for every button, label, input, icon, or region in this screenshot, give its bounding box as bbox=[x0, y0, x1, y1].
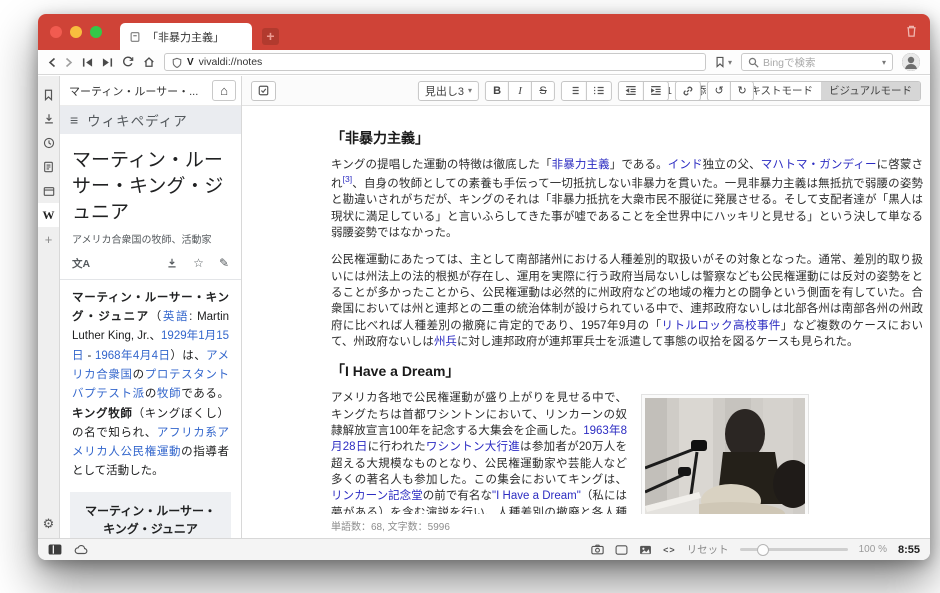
panel-sidebar: W + ⚙ bbox=[38, 76, 60, 538]
panel-home-button[interactable]: ⌂ bbox=[212, 80, 236, 101]
wikipedia-app-bar: ≡ ウィキペディア bbox=[60, 106, 241, 134]
visual-mode-button[interactable]: ビジュアルモード bbox=[821, 82, 920, 100]
forward-button[interactable] bbox=[65, 57, 73, 68]
minimize-window-button[interactable] bbox=[70, 26, 82, 38]
undo-button[interactable]: ↺ bbox=[707, 81, 731, 101]
zoom-window-button[interactable] bbox=[90, 26, 102, 38]
editor-mode-toggle: テキストモード ビジュアルモード bbox=[731, 81, 921, 101]
ordered-list-button[interactable] bbox=[561, 81, 587, 101]
url-text: vivaldi://notes bbox=[199, 56, 263, 68]
tab-title: 「非暴力主義」 bbox=[147, 29, 224, 45]
language-icon[interactable]: 文A bbox=[72, 256, 90, 271]
navigation-bar: V vivaldi://notes ▾ Bingで検索 ▾ bbox=[38, 50, 930, 75]
insert-checkbox-button[interactable] bbox=[251, 81, 276, 101]
note-heading-1: 「非暴力主義」 bbox=[331, 128, 923, 148]
watch-star-icon[interactable]: ☆ bbox=[193, 256, 204, 270]
infobox-title: マーティン・ルーサー・キング・ジュニア bbox=[70, 492, 231, 538]
panel-title: マーティン・ルーサー・... bbox=[69, 83, 208, 99]
strikethrough-button[interactable]: S bbox=[531, 81, 555, 101]
status-clock: 8:55 bbox=[898, 544, 920, 556]
tiling-icon[interactable] bbox=[615, 545, 628, 555]
zoom-slider[interactable] bbox=[740, 548, 848, 551]
note-body[interactable]: 「非暴力主義」 キングの提唱した運動の特徴は徹底した「非暴力主義」である。インド… bbox=[331, 106, 923, 514]
rewind-button[interactable] bbox=[82, 57, 93, 68]
heading-style-label: 見出し3 bbox=[425, 83, 464, 99]
wikipedia-page: ≡ ウィキペディア マーティン・ルーサー・キング・ジュニア アメリカ合衆国の牧師… bbox=[60, 106, 241, 538]
article-title: マーティン・ルーサー・キング・ジュニア bbox=[72, 148, 229, 227]
back-button[interactable] bbox=[48, 57, 56, 68]
capture-page-icon[interactable] bbox=[591, 544, 604, 555]
note-paragraph-1: キングの提唱した運動の特徴は徹底した「非暴力主義」である。インド独立の父、マハト… bbox=[331, 157, 923, 241]
search-field[interactable]: Bingで検索 ▾ bbox=[741, 53, 893, 71]
shield-icon bbox=[172, 57, 182, 68]
traffic-lights bbox=[50, 26, 102, 38]
web-panel-wikipedia-button[interactable]: W bbox=[38, 203, 59, 227]
new-tab-button[interactable]: + bbox=[262, 28, 279, 45]
main-area: W + ⚙ マーティン・ルーサー・... ⌂ ≡ ウィキペディア マーティン・ル… bbox=[38, 76, 930, 538]
zoom-slider-handle[interactable] bbox=[757, 544, 769, 556]
checkbox-icon bbox=[258, 85, 269, 96]
page-actions-image-icon[interactable] bbox=[639, 545, 652, 555]
sync-cloud-icon[interactable] bbox=[74, 545, 88, 555]
save-article-icon[interactable] bbox=[166, 257, 178, 269]
fast-forward-button[interactable] bbox=[102, 57, 113, 68]
dropdown-caret-icon: ▾ bbox=[468, 86, 472, 95]
editor-toolbar: 見出し3 ▾ B I S bbox=[242, 76, 930, 106]
notes-panel-button[interactable] bbox=[38, 155, 59, 179]
article-actions: 文A ☆ ✎ bbox=[72, 256, 229, 271]
page-actions-code-icon[interactable]: <> bbox=[663, 545, 676, 555]
web-panel: マーティン・ルーサー・... ⌂ ≡ ウィキペディア マーティン・ルーサー・キン… bbox=[60, 76, 242, 538]
title-bar: 「非暴力主義」 + bbox=[38, 14, 930, 50]
add-web-panel-button[interactable]: + bbox=[38, 227, 59, 251]
edit-pencil-icon[interactable]: ✎ bbox=[219, 256, 229, 270]
zoom-percentage: 100 % bbox=[859, 544, 887, 555]
italic-button[interactable]: I bbox=[508, 81, 532, 101]
window-panel-button[interactable] bbox=[38, 179, 59, 203]
browser-window: 「非暴力主義」 + V vivaldi://notes bbox=[38, 14, 930, 560]
menu-hamburger-icon[interactable]: ≡ bbox=[70, 112, 78, 128]
bookmark-icon bbox=[715, 56, 725, 68]
downloads-panel-button[interactable] bbox=[38, 107, 59, 131]
toggle-panel-icon[interactable] bbox=[48, 544, 62, 555]
search-icon bbox=[748, 57, 759, 68]
reload-button[interactable] bbox=[122, 56, 134, 68]
closed-tabs-trash-icon[interactable] bbox=[905, 24, 918, 38]
note-paragraph-2: 公民権運動にあたっては、主として南部諸州における人種差別的取扱いがその対象となっ… bbox=[331, 252, 923, 350]
home-button[interactable] bbox=[143, 56, 155, 68]
note-editor: 見出し3 ▾ B I S bbox=[242, 76, 930, 538]
bookmark-button[interactable]: ▾ bbox=[715, 56, 732, 68]
profile-avatar[interactable] bbox=[902, 53, 920, 71]
panel-header: マーティン・ルーサー・... ⌂ bbox=[60, 76, 241, 106]
wikipedia-wordmark[interactable]: ウィキペディア bbox=[87, 110, 188, 130]
unordered-list-button[interactable] bbox=[586, 81, 612, 101]
search-engine-caret-icon[interactable]: ▾ bbox=[882, 58, 886, 67]
insert-link-button[interactable] bbox=[675, 81, 701, 101]
article-subtitle: アメリカ合衆国の牧師、活動家 bbox=[72, 231, 229, 246]
status-bar: <> リセット 100 % 8:55 bbox=[38, 538, 930, 560]
settings-gear-icon[interactable]: ⚙ bbox=[43, 516, 55, 532]
bold-button[interactable]: B bbox=[485, 81, 509, 101]
bookmark-caret-icon[interactable]: ▾ bbox=[728, 58, 732, 67]
heading-style-dropdown[interactable]: 見出し3 ▾ bbox=[418, 81, 479, 101]
active-tab[interactable]: 「非暴力主義」 bbox=[120, 23, 252, 50]
zoom-reset-button[interactable]: リセット bbox=[687, 542, 729, 557]
search-placeholder: Bingで検索 bbox=[763, 55, 878, 70]
article-intro-paragraph: マーティン・ルーサー・キング・ジュニア（英語: Martin Luther Ki… bbox=[72, 289, 229, 482]
outdent-button[interactable] bbox=[618, 81, 644, 101]
redo-button[interactable]: ↻ bbox=[730, 81, 754, 101]
address-field[interactable]: V vivaldi://notes bbox=[164, 53, 706, 71]
note-favicon-icon bbox=[129, 31, 141, 43]
bookmarks-panel-button[interactable] bbox=[38, 83, 59, 107]
note-content-area[interactable]: 「非暴力主義」 キングの提唱した運動の特徴は徹底した「非暴力主義」である。インド… bbox=[242, 106, 930, 538]
close-window-button[interactable] bbox=[50, 26, 62, 38]
divider bbox=[60, 279, 241, 280]
infobox: マーティン・ルーサー・キング・ジュニア bbox=[70, 492, 231, 538]
history-panel-button[interactable] bbox=[38, 131, 59, 155]
indent-button[interactable] bbox=[643, 81, 669, 101]
mlk-speech-photo bbox=[641, 394, 809, 514]
vivaldi-page-icon: V bbox=[187, 57, 194, 68]
note-heading-2: 「I Have a Dream」 bbox=[331, 361, 923, 381]
word-count-status: 単語数：68, 文字数：5996 bbox=[331, 518, 450, 533]
